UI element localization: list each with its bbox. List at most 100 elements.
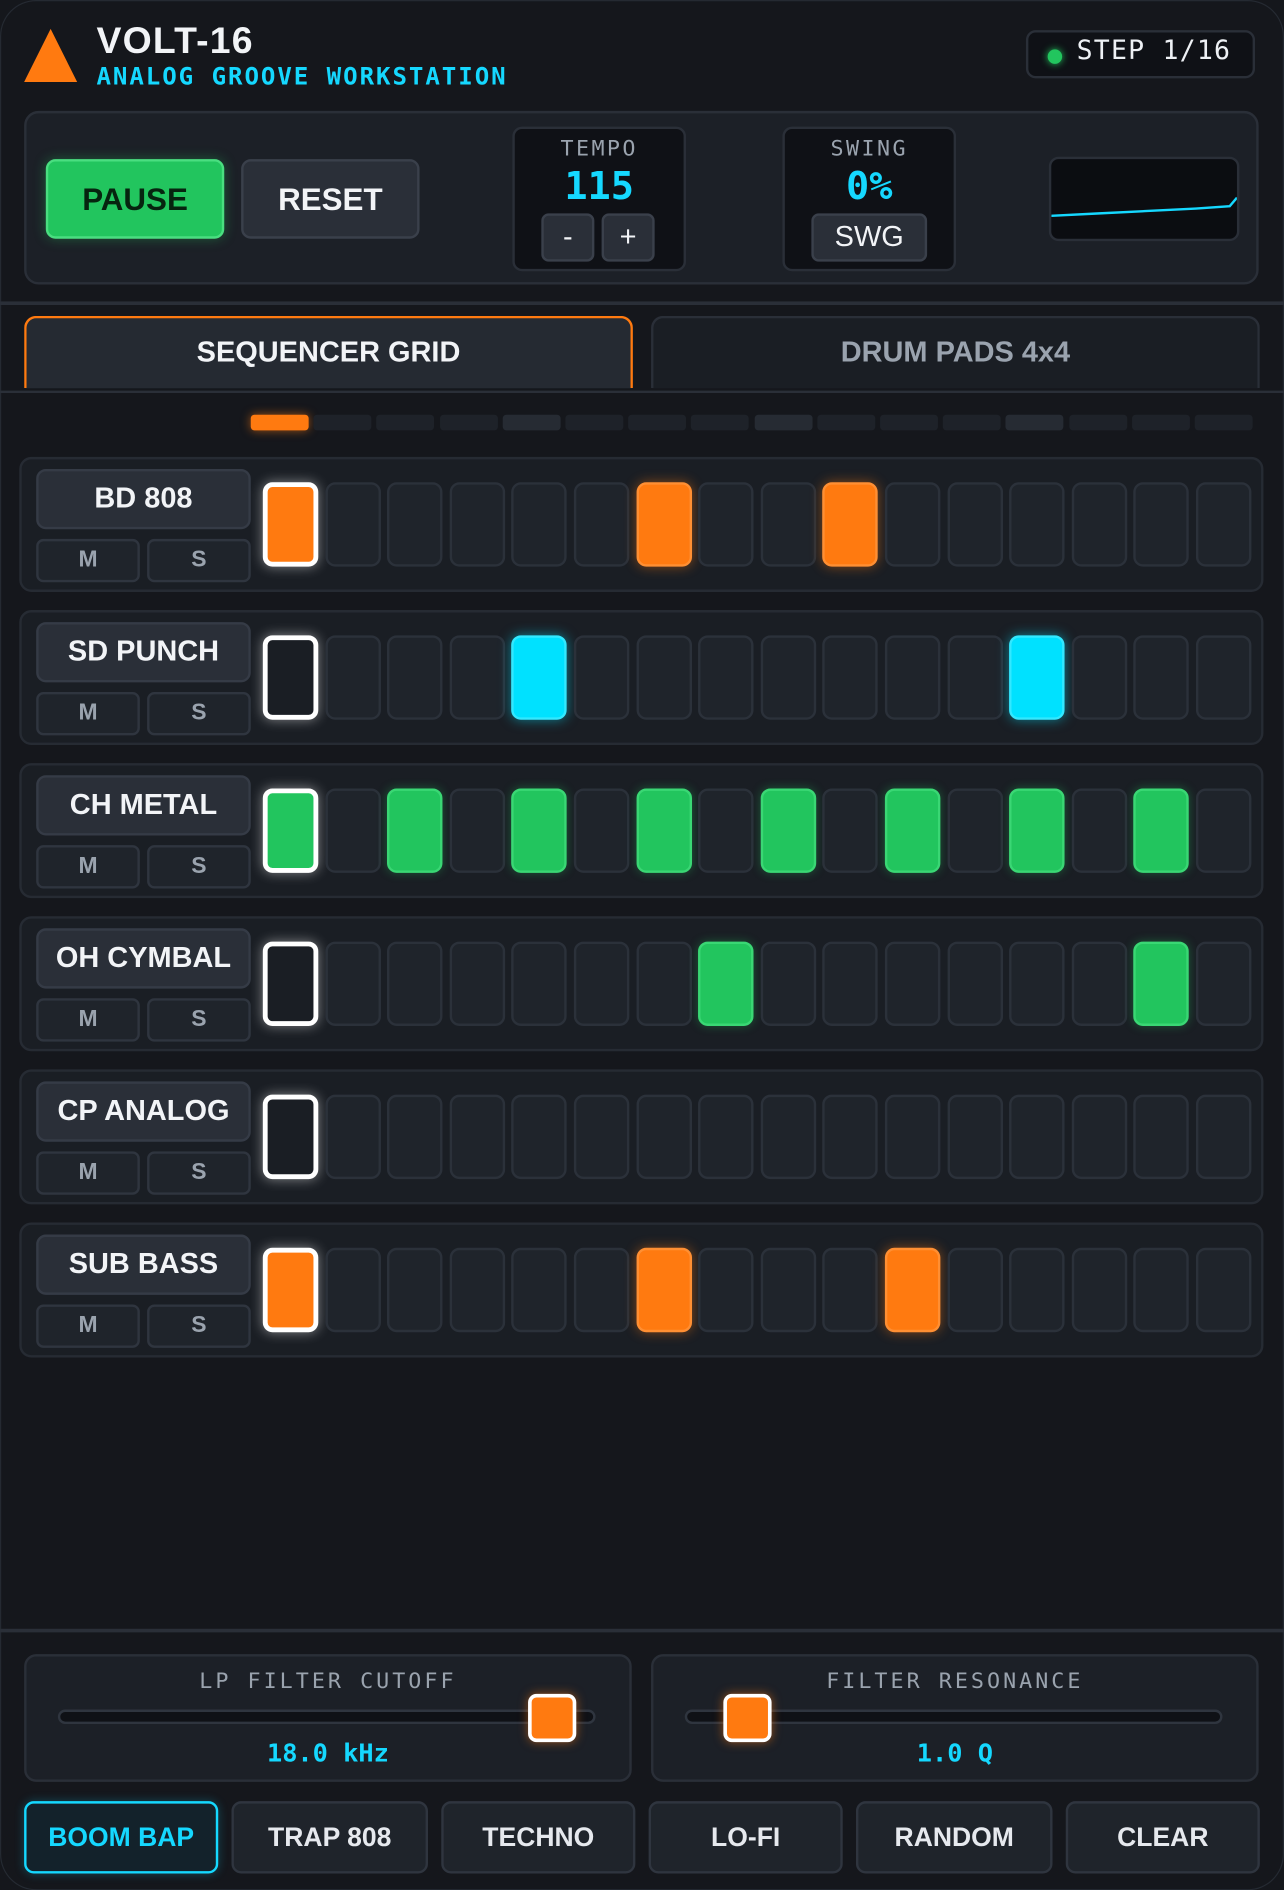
step-cell-active[interactable] bbox=[884, 1247, 941, 1333]
track-name-button[interactable]: CP ANALOG bbox=[36, 1081, 251, 1142]
step-cell[interactable] bbox=[760, 635, 816, 720]
step-cell[interactable] bbox=[573, 788, 630, 873]
solo-button[interactable]: S bbox=[147, 692, 251, 736]
step-cell[interactable] bbox=[449, 788, 505, 873]
step-cell-active[interactable] bbox=[511, 635, 568, 720]
step-cell[interactable] bbox=[1071, 788, 1127, 873]
step-cell[interactable] bbox=[511, 1094, 568, 1180]
step-cell[interactable] bbox=[947, 1247, 1003, 1333]
step-cell[interactable] bbox=[947, 1094, 1003, 1180]
step-cell[interactable] bbox=[325, 1094, 381, 1180]
mute-button[interactable]: M bbox=[36, 1151, 140, 1195]
mute-button[interactable]: M bbox=[36, 998, 140, 1042]
step-cell-active[interactable] bbox=[262, 482, 319, 567]
step-cell[interactable] bbox=[1133, 1247, 1190, 1333]
solo-button[interactable]: S bbox=[147, 538, 251, 583]
step-cell[interactable] bbox=[636, 1094, 692, 1180]
swing-toggle-button[interactable]: SWG bbox=[811, 213, 928, 262]
step-cell[interactable] bbox=[1071, 1247, 1127, 1333]
step-cell[interactable] bbox=[698, 788, 754, 873]
preset-random[interactable]: RANDOM bbox=[855, 1801, 1053, 1874]
mute-button[interactable]: M bbox=[36, 538, 140, 583]
step-cell[interactable] bbox=[449, 1094, 505, 1180]
step-cell[interactable] bbox=[449, 941, 505, 1026]
step-cell[interactable] bbox=[822, 1094, 879, 1180]
step-cell[interactable] bbox=[1071, 941, 1127, 1026]
preset-techno[interactable]: TECHNO bbox=[441, 1801, 636, 1874]
step-cell[interactable] bbox=[325, 1247, 381, 1333]
step-cell[interactable] bbox=[947, 482, 1003, 567]
step-cell[interactable] bbox=[1133, 635, 1190, 720]
step-cell[interactable] bbox=[1009, 482, 1065, 567]
step-cell[interactable] bbox=[1009, 1247, 1065, 1333]
step-cell[interactable] bbox=[387, 1094, 443, 1180]
step-cell[interactable] bbox=[387, 635, 443, 720]
mute-button[interactable]: M bbox=[36, 1304, 140, 1348]
step-cell[interactable] bbox=[387, 941, 443, 1026]
step-cell[interactable] bbox=[760, 1247, 816, 1333]
step-cell[interactable] bbox=[947, 635, 1003, 720]
step-cell[interactable] bbox=[822, 941, 879, 1026]
step-cell[interactable] bbox=[636, 635, 692, 720]
step-cell[interactable] bbox=[884, 482, 941, 567]
step-cell[interactable] bbox=[1195, 635, 1252, 720]
step-cell[interactable] bbox=[1071, 635, 1127, 720]
step-cell[interactable] bbox=[1133, 482, 1190, 567]
step-cell-active[interactable] bbox=[1009, 635, 1065, 720]
cutoff-slider-thumb[interactable] bbox=[527, 1693, 576, 1743]
tab-sequencer-grid[interactable]: SEQUENCER GRID bbox=[24, 315, 633, 389]
step-cell[interactable] bbox=[1195, 788, 1252, 873]
step-cell[interactable] bbox=[1009, 941, 1065, 1026]
step-cell[interactable] bbox=[1009, 1094, 1065, 1180]
solo-button[interactable]: S bbox=[147, 845, 251, 889]
tempo-increase-button[interactable]: + bbox=[601, 213, 655, 262]
step-cell-active[interactable] bbox=[1133, 941, 1190, 1026]
step-cell[interactable] bbox=[1195, 1247, 1252, 1333]
step-cell[interactable] bbox=[511, 482, 568, 567]
track-name-button[interactable]: CH METAL bbox=[36, 775, 251, 836]
tempo-decrease-button[interactable]: - bbox=[541, 213, 595, 262]
step-cell-active[interactable] bbox=[636, 1247, 692, 1333]
step-cell[interactable] bbox=[760, 482, 816, 567]
step-cell[interactable] bbox=[760, 941, 816, 1026]
track-name-button[interactable]: BD 808 bbox=[36, 468, 251, 530]
step-cell[interactable] bbox=[325, 635, 381, 720]
step-cell[interactable] bbox=[698, 482, 754, 567]
preset-clear[interactable]: CLEAR bbox=[1065, 1801, 1260, 1874]
step-cell[interactable] bbox=[822, 1247, 879, 1333]
step-cell[interactable] bbox=[262, 941, 319, 1026]
track-name-button[interactable]: SD PUNCH bbox=[36, 622, 251, 683]
step-cell[interactable] bbox=[760, 1094, 816, 1180]
step-cell-active[interactable] bbox=[760, 788, 816, 873]
step-cell[interactable] bbox=[449, 482, 505, 567]
step-cell-active[interactable] bbox=[884, 788, 941, 873]
step-cell[interactable] bbox=[511, 941, 568, 1026]
resonance-slider-thumb[interactable] bbox=[723, 1693, 773, 1743]
step-cell[interactable] bbox=[947, 788, 1003, 873]
preset-trap-808[interactable]: TRAP 808 bbox=[231, 1801, 428, 1874]
pause-button[interactable]: PAUSE bbox=[45, 159, 225, 239]
step-cell[interactable] bbox=[262, 635, 319, 720]
step-cell[interactable] bbox=[1071, 1094, 1127, 1180]
step-cell[interactable] bbox=[449, 1247, 505, 1333]
step-cell[interactable] bbox=[573, 482, 630, 567]
step-cell[interactable] bbox=[1133, 1094, 1190, 1180]
step-cell[interactable] bbox=[884, 941, 941, 1026]
step-cell-active[interactable] bbox=[511, 788, 568, 873]
preset-lo-fi[interactable]: LO-FI bbox=[648, 1801, 843, 1874]
step-cell-active[interactable] bbox=[1009, 788, 1065, 873]
step-cell[interactable] bbox=[1195, 482, 1252, 567]
step-cell[interactable] bbox=[884, 635, 941, 720]
reset-button[interactable]: RESET bbox=[241, 159, 420, 239]
step-cell[interactable] bbox=[387, 1247, 443, 1333]
step-cell[interactable] bbox=[884, 1094, 941, 1180]
step-cell[interactable] bbox=[573, 941, 630, 1026]
step-cell-active[interactable] bbox=[262, 1247, 319, 1333]
step-cell[interactable] bbox=[573, 635, 630, 720]
step-cell[interactable] bbox=[325, 482, 381, 567]
step-cell[interactable] bbox=[573, 1094, 630, 1180]
cutoff-slider-track[interactable] bbox=[57, 1709, 596, 1725]
tab-drum-pads[interactable]: DRUM PADS 4x4 bbox=[651, 315, 1260, 389]
step-cell-active[interactable] bbox=[636, 482, 692, 567]
step-cell[interactable] bbox=[822, 788, 879, 873]
